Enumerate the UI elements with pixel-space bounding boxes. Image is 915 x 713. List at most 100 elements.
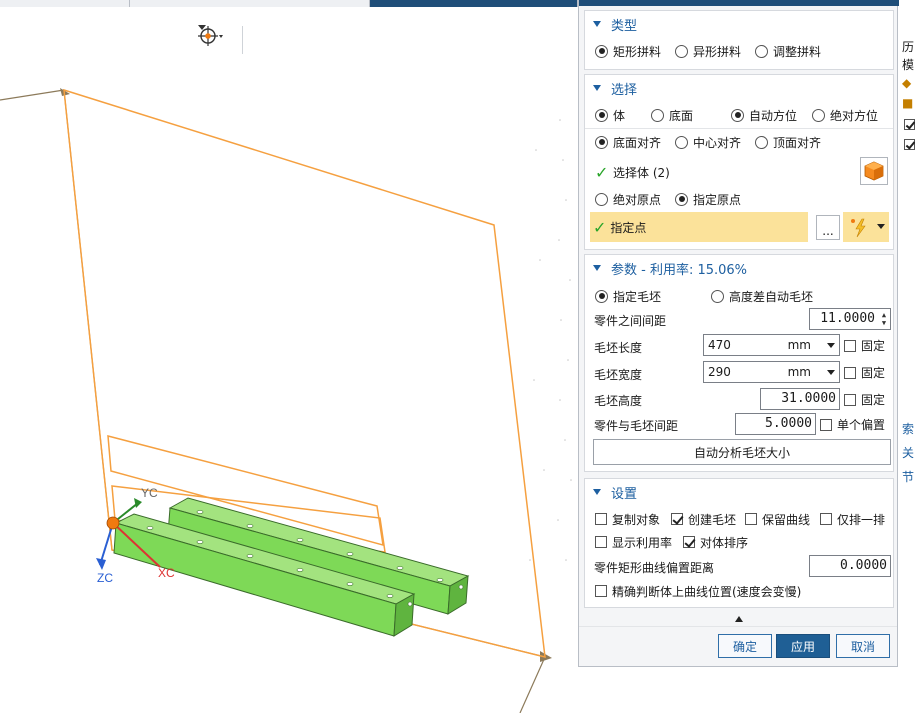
blank-height-label: 毛坯高度 bbox=[594, 394, 643, 408]
select-body-row[interactable]: ✓ 选择体 (2) bbox=[585, 157, 893, 187]
single-row-checkbox[interactable]: 仅排一排 bbox=[820, 511, 885, 528]
type-section-title: 类型 bbox=[611, 18, 638, 34]
select-body-button[interactable] bbox=[860, 157, 888, 185]
radio-absolute-orient[interactable]: 绝对方位 bbox=[812, 107, 878, 124]
radio-absolute-origin[interactable]: 绝对原点 bbox=[595, 191, 661, 208]
collapse-triangle-icon bbox=[593, 265, 601, 271]
chevron-down-icon bbox=[877, 224, 885, 229]
radio-top-align[interactable]: 顶面对齐 bbox=[755, 134, 821, 151]
part-blank-spacing-label: 零件与毛坯间距 bbox=[594, 419, 679, 433]
ok-button[interactable]: 确定 bbox=[718, 634, 772, 658]
curve-offset-label: 零件矩形曲线偏置距离 bbox=[594, 561, 715, 575]
chevron-up-icon bbox=[735, 616, 743, 622]
radio-specified-origin[interactable]: 指定原点 bbox=[675, 191, 741, 208]
scene-canvas: YC XC ZC bbox=[0, 88, 572, 713]
params-section-header[interactable]: 参数 - 利用率: 15.06% bbox=[585, 255, 893, 281]
collapse-triangle-icon bbox=[593, 85, 601, 91]
select-section-title: 选择 bbox=[611, 82, 638, 98]
blank-height-input[interactable]: 31.0000 bbox=[760, 388, 840, 410]
background-dots bbox=[529, 119, 572, 561]
radio-rect-nesting[interactable]: 矩形拼料 bbox=[595, 43, 661, 60]
spinner-arrows-icon[interactable]: ▲ ▼ bbox=[878, 309, 890, 329]
axis-lines bbox=[0, 89, 546, 713]
chevron-down-icon bbox=[198, 25, 206, 30]
model-tab[interactable]: 模 bbox=[902, 56, 914, 73]
chevron-down-icon bbox=[827, 370, 835, 375]
radio-center-align[interactable]: 中心对齐 bbox=[675, 134, 741, 151]
radio-irregular-nesting[interactable]: 异形拼料 bbox=[675, 43, 741, 60]
cancel-button[interactable]: 取消 bbox=[836, 634, 890, 658]
collapse-triangle-icon bbox=[593, 21, 601, 27]
chevron-down-icon bbox=[827, 343, 835, 348]
graphics-viewport[interactable]: YC XC ZC bbox=[0, 7, 578, 713]
nesting-dialog: 类型 矩形拼料 异形拼料 调整拼料 选择 体 底面 自动方位 绝对方位 底面对齐… bbox=[578, 0, 899, 667]
copy-object-checkbox[interactable]: 复制对象 bbox=[595, 511, 660, 528]
radio-adjust-nesting[interactable]: 调整拼料 bbox=[755, 43, 821, 60]
blank-length-fixed-checkbox[interactable]: 固定 bbox=[844, 337, 885, 354]
solid-body-icon bbox=[864, 161, 884, 181]
select-body-label: 选择体 (2) bbox=[613, 165, 670, 180]
triad-xc-label: XC bbox=[158, 566, 175, 580]
triad-zc-label: ZC bbox=[97, 571, 113, 585]
collapse-triangle-icon bbox=[593, 489, 601, 495]
resource-bar-stub: 历 模 ◆ ■ 索 关 节 bbox=[899, 0, 915, 713]
curve-offset-input[interactable]: 0.0000 bbox=[809, 555, 891, 577]
point-dialog-button[interactable]: ... bbox=[816, 215, 840, 240]
radio-body[interactable]: 体 bbox=[595, 107, 625, 124]
create-blank-checkbox[interactable]: 创建毛坯 bbox=[671, 511, 736, 528]
settings-section-title: 设置 bbox=[611, 486, 638, 502]
radio-auto-orient[interactable]: 自动方位 bbox=[731, 107, 797, 124]
snap-toolbar bbox=[198, 25, 268, 55]
radio-auto-height-blank[interactable]: 高度差自动毛坯 bbox=[711, 288, 813, 305]
single-offset-checkbox[interactable]: 单个偏置 bbox=[820, 416, 885, 433]
feature-icon: ◆ bbox=[902, 76, 912, 90]
blank-height-fixed-checkbox[interactable]: 固定 bbox=[844, 391, 885, 408]
node-link[interactable]: 节 bbox=[902, 468, 914, 485]
settings-section-header[interactable]: 设置 bbox=[585, 479, 893, 505]
visibility-checkbox[interactable] bbox=[904, 119, 915, 130]
keep-curves-checkbox[interactable]: 保留曲线 bbox=[745, 511, 810, 528]
document-tab-strip bbox=[0, 0, 578, 7]
lightning-point-icon bbox=[851, 218, 866, 238]
blank-width-fixed-checkbox[interactable]: 固定 bbox=[844, 364, 885, 381]
sort-bodies-checkbox[interactable]: 对体排序 bbox=[683, 534, 748, 551]
radio-specified-blank[interactable]: 指定毛坯 bbox=[595, 288, 661, 305]
part-spacing-input[interactable]: 11.0000 ▲ ▼ bbox=[809, 308, 891, 330]
blank-length-combo[interactable]: 470 mm bbox=[703, 334, 840, 356]
green-check-icon: ✓ bbox=[595, 162, 609, 182]
type-section: 类型 矩形拼料 异形拼料 调整拼料 bbox=[584, 10, 894, 70]
document-tab-active[interactable] bbox=[370, 0, 578, 7]
green-check-icon: ✓ bbox=[593, 217, 607, 237]
document-tab[interactable] bbox=[0, 0, 130, 7]
snap-dropdown-button[interactable] bbox=[198, 25, 256, 54]
collapse-dialog-button[interactable] bbox=[579, 612, 899, 626]
history-tab[interactable]: 历 bbox=[902, 38, 914, 55]
params-section-title: 参数 - 利用率: 15.06% bbox=[611, 262, 748, 278]
show-utilization-checkbox[interactable]: 显示利用率 bbox=[595, 534, 672, 551]
params-section: 参数 - 利用率: 15.06% 指定毛坯 高度差自动毛坯 零件之间间距 11.… bbox=[584, 254, 894, 472]
blank-width-combo[interactable]: 290 mm bbox=[703, 361, 840, 383]
radio-bottom-align[interactable]: 底面对齐 bbox=[595, 134, 661, 151]
apply-button[interactable]: 应用 bbox=[776, 634, 830, 658]
auto-analyze-blank-button[interactable]: 自动分析毛坯大小 bbox=[593, 439, 891, 465]
specify-point-label: 指定点 bbox=[610, 220, 647, 235]
select-section: 选择 体 底面 自动方位 绝对方位 底面对齐 中心对齐 顶面对齐 ✓ 选择体 (… bbox=[584, 74, 894, 250]
specify-point-row[interactable]: ✓ 指定点 bbox=[590, 212, 808, 242]
select-section-header[interactable]: 选择 bbox=[585, 75, 893, 101]
visibility-checkbox[interactable] bbox=[904, 139, 915, 150]
radio-bottom-face[interactable]: 底面 bbox=[651, 107, 693, 124]
folder-icon: ■ bbox=[902, 96, 914, 110]
index-link[interactable]: 索 bbox=[902, 420, 914, 437]
precise-curve-checkbox[interactable]: 精确判断体上曲线位置(速度会变慢) bbox=[595, 583, 801, 600]
settings-section: 设置 复制对象 创建毛坯 保留曲线 仅排一排 显示利用率 对体排序 零件矩形曲线… bbox=[584, 478, 894, 608]
part-spacing-label: 零件之间间距 bbox=[594, 314, 667, 328]
point-inference-button[interactable] bbox=[843, 212, 889, 242]
triad-yc-label: YC bbox=[141, 486, 158, 500]
part-blank-spacing-input[interactable]: 5.0000 bbox=[735, 413, 816, 435]
blank-length-label: 毛坯长度 bbox=[594, 341, 643, 355]
type-section-header[interactable]: 类型 bbox=[585, 11, 893, 37]
blank-width-label: 毛坯宽度 bbox=[594, 368, 643, 382]
document-tab[interactable] bbox=[130, 0, 370, 7]
dialog-title-bar bbox=[579, 0, 899, 6]
relation-link[interactable]: 关 bbox=[902, 444, 914, 461]
